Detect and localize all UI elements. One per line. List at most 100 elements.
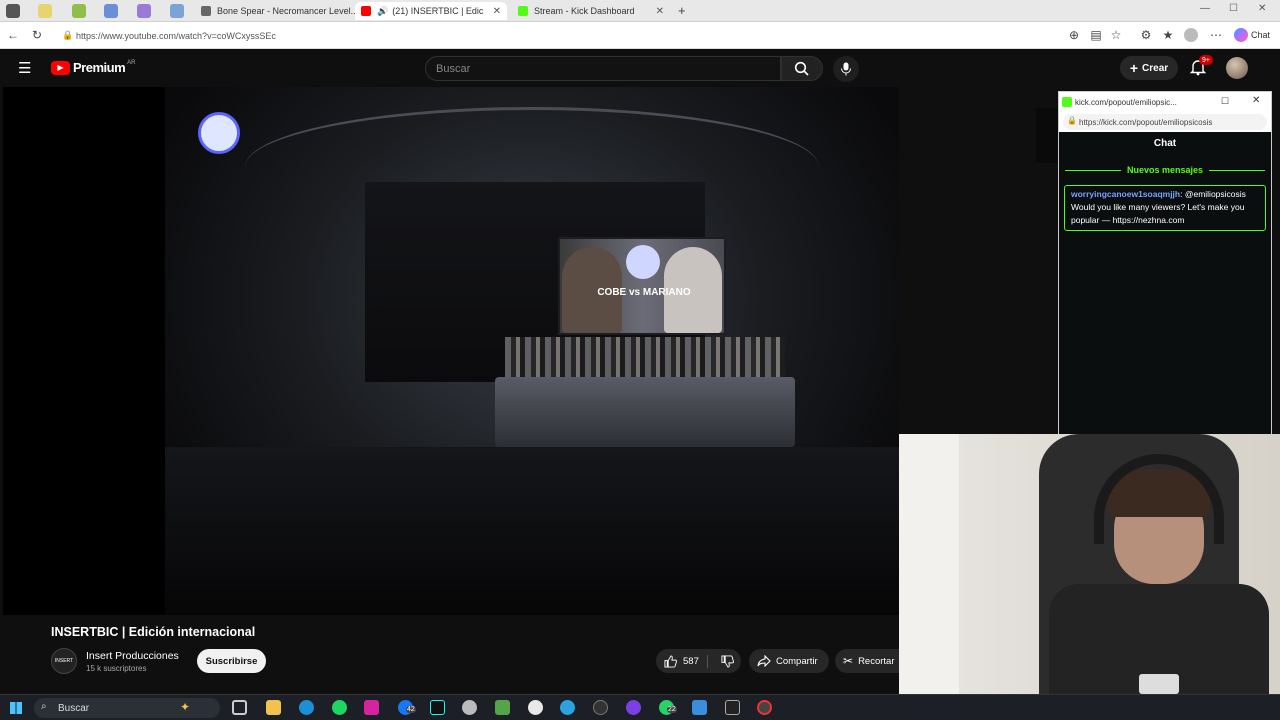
epic-games-icon[interactable] (725, 700, 740, 715)
stream-overlay-badge (1036, 108, 1058, 163)
divider-line (1209, 169, 1266, 171)
account-avatar[interactable] (1226, 57, 1248, 79)
url-field[interactable]: 🔒 https://www.youtube.com/watch?v=coWCxy… (60, 27, 1010, 44)
task-view-icon[interactable] (232, 700, 247, 715)
app-icon[interactable] (462, 700, 477, 715)
extensions-icon[interactable]: ⚙ (1138, 28, 1154, 42)
tab-bone-spear[interactable]: Bone Spear - Necromancer Level... ✕ (195, 2, 355, 20)
search-highlight-icon: ✦ (180, 700, 191, 714)
copilot-icon[interactable] (1234, 28, 1248, 42)
stage-floor (495, 377, 795, 447)
maximize-icon[interactable]: ☐ (1229, 3, 1238, 14)
pinned-tab-icon[interactable] (137, 4, 151, 18)
video-player[interactable]: COBE vs MARIANO (3, 87, 899, 615)
reload-icon[interactable]: ↻ (29, 28, 45, 42)
chat-message[interactable]: worryingcanoew1soaqmjjh: @emiliopsicosis… (1064, 185, 1266, 231)
screen-battle-text: COBE vs MARIANO (597, 287, 691, 298)
chat-username[interactable]: worryingcanoew1soaqmjjh (1071, 189, 1180, 199)
channel-avatar[interactable]: INSERT (51, 648, 77, 674)
notifications-button[interactable]: 9+ (1189, 55, 1213, 81)
pinned-tab-icon[interactable] (38, 4, 52, 18)
green-app-icon[interactable] (495, 700, 510, 715)
edge-browser-icon[interactable] (299, 700, 314, 715)
search-button[interactable] (781, 56, 823, 81)
close-window-icon[interactable]: ✕ (1258, 3, 1266, 14)
profile-avatar[interactable] (1184, 28, 1198, 42)
pinned-tab-icon[interactable] (170, 4, 184, 18)
lock-icon: 🔒 (1067, 116, 1077, 125)
pinned-tab-icon[interactable] (104, 4, 118, 18)
audience-seats (165, 447, 899, 615)
taskbar-search-box[interactable]: ⌕ Buscar ✦ (34, 698, 220, 718)
create-button[interactable]: + Crear (1120, 56, 1178, 80)
search-icon (794, 61, 809, 76)
tab-favicon-icon (201, 6, 211, 16)
hamburger-menu-icon[interactable]: ☰ (18, 59, 31, 77)
close-icon[interactable]: ✕ (1252, 95, 1260, 106)
translate-icon[interactable]: ⊕ (1066, 28, 1082, 42)
address-bar-row: ← ↻ 🔒 https://www.youtube.com/watch?v=co… (0, 22, 1280, 49)
instagram-icon[interactable] (364, 700, 379, 715)
tiktok-icon[interactable] (430, 700, 445, 715)
new-messages-divider[interactable]: Nuevos mensajes (1059, 165, 1271, 175)
spotify-icon[interactable] (332, 700, 347, 715)
plus-icon: + (1129, 60, 1139, 76)
share-button[interactable]: Compartir (749, 649, 829, 673)
tab-kick-dashboard[interactable]: Stream - Kick Dashboard ✕ (512, 2, 670, 20)
scissors-icon: ✂ (843, 654, 854, 668)
purple-app-icon[interactable] (626, 700, 641, 715)
search-input[interactable]: Buscar (425, 56, 781, 81)
reader-icon[interactable]: ▤ (1088, 28, 1104, 42)
window-app-icon[interactable] (692, 700, 707, 715)
chat-title: Chat (1153, 138, 1177, 149)
country-code: AR (127, 60, 136, 66)
windows-start-icon[interactable] (10, 702, 22, 714)
speaker-icon[interactable]: 🔊 (377, 6, 388, 17)
clip-label: Recortar (858, 655, 895, 667)
new-messages-label: Nuevos mensajes (1126, 165, 1204, 175)
browser-tab-bar: Bone Spear - Necromancer Level... ✕ 🔊 (2… (0, 0, 1280, 22)
favorite-star-icon[interactable]: ☆ (1108, 28, 1124, 42)
pinned-tab-icon[interactable] (72, 4, 86, 18)
phone-in-hand (1139, 674, 1179, 694)
popup-url-field[interactable]: 🔒 https://kick.com/popout/emiliopsicosis (1063, 114, 1267, 130)
more-menu-icon[interactable]: ⋯ (1208, 28, 1224, 42)
chatgpt-icon[interactable] (528, 700, 543, 715)
logo-text: Premium (73, 60, 126, 75)
subscribe-button[interactable]: Suscribirse (197, 649, 266, 673)
recording-app-icon[interactable] (757, 700, 772, 715)
popup-url-text: https://kick.com/popout/emiliopsicosis (1079, 117, 1213, 127)
back-arrow-icon[interactable]: ← (5, 28, 21, 42)
channel-name-link[interactable]: Insert Producciones (86, 650, 179, 662)
window-icon[interactable] (6, 4, 20, 18)
close-icon[interactable]: ✕ (648, 6, 664, 17)
youtube-premium-logo[interactable]: ▶ Premium AR (51, 60, 135, 75)
tab-label: Stream - Kick Dashboard (534, 6, 635, 16)
kick-favicon-icon (1062, 97, 1072, 107)
new-tab-plus-icon[interactable]: + (678, 3, 686, 18)
obs-icon[interactable] (593, 700, 608, 715)
file-explorer-icon[interactable] (266, 700, 281, 715)
thumbs-down-icon (721, 654, 734, 668)
tab-youtube-video[interactable]: 🔊 (21) INSERTBIC | Edición internacional… (355, 2, 507, 20)
projection-screen: COBE vs MARIANO (558, 237, 726, 335)
door-frame (899, 434, 959, 694)
facebook-messenger-icon[interactable]: 42 (398, 700, 416, 715)
minimize-icon[interactable]: — (1200, 3, 1210, 14)
whatsapp-icon[interactable]: 22 (659, 700, 677, 715)
webcam-overlay (899, 434, 1280, 694)
telegram-icon[interactable] (560, 700, 575, 715)
youtube-header: ☰ ▶ Premium AR Buscar + Crear 9+ (0, 49, 1280, 87)
voice-search-button[interactable] (833, 56, 859, 82)
badge-count: 42 (406, 706, 416, 713)
kick-chat-panel: Chat Nuevos mensajes worryingcanoew1soaq… (1059, 132, 1271, 434)
like-button[interactable]: 587 (664, 654, 708, 668)
maximize-icon[interactable]: ☐ (1221, 96, 1229, 107)
video-title: INSERTBIC | Edición internacional (51, 625, 256, 639)
clip-button[interactable]: ✂ Recortar (835, 649, 899, 673)
close-icon[interactable]: ✕ (485, 6, 501, 17)
chat-button[interactable]: Chat (1251, 30, 1270, 40)
favorites-icon[interactable]: ★ (1160, 28, 1176, 42)
popup-title-bar: kick.com/popout/emiliopsic... ☐ ✕ (1059, 92, 1271, 112)
dislike-button[interactable] (713, 654, 734, 668)
